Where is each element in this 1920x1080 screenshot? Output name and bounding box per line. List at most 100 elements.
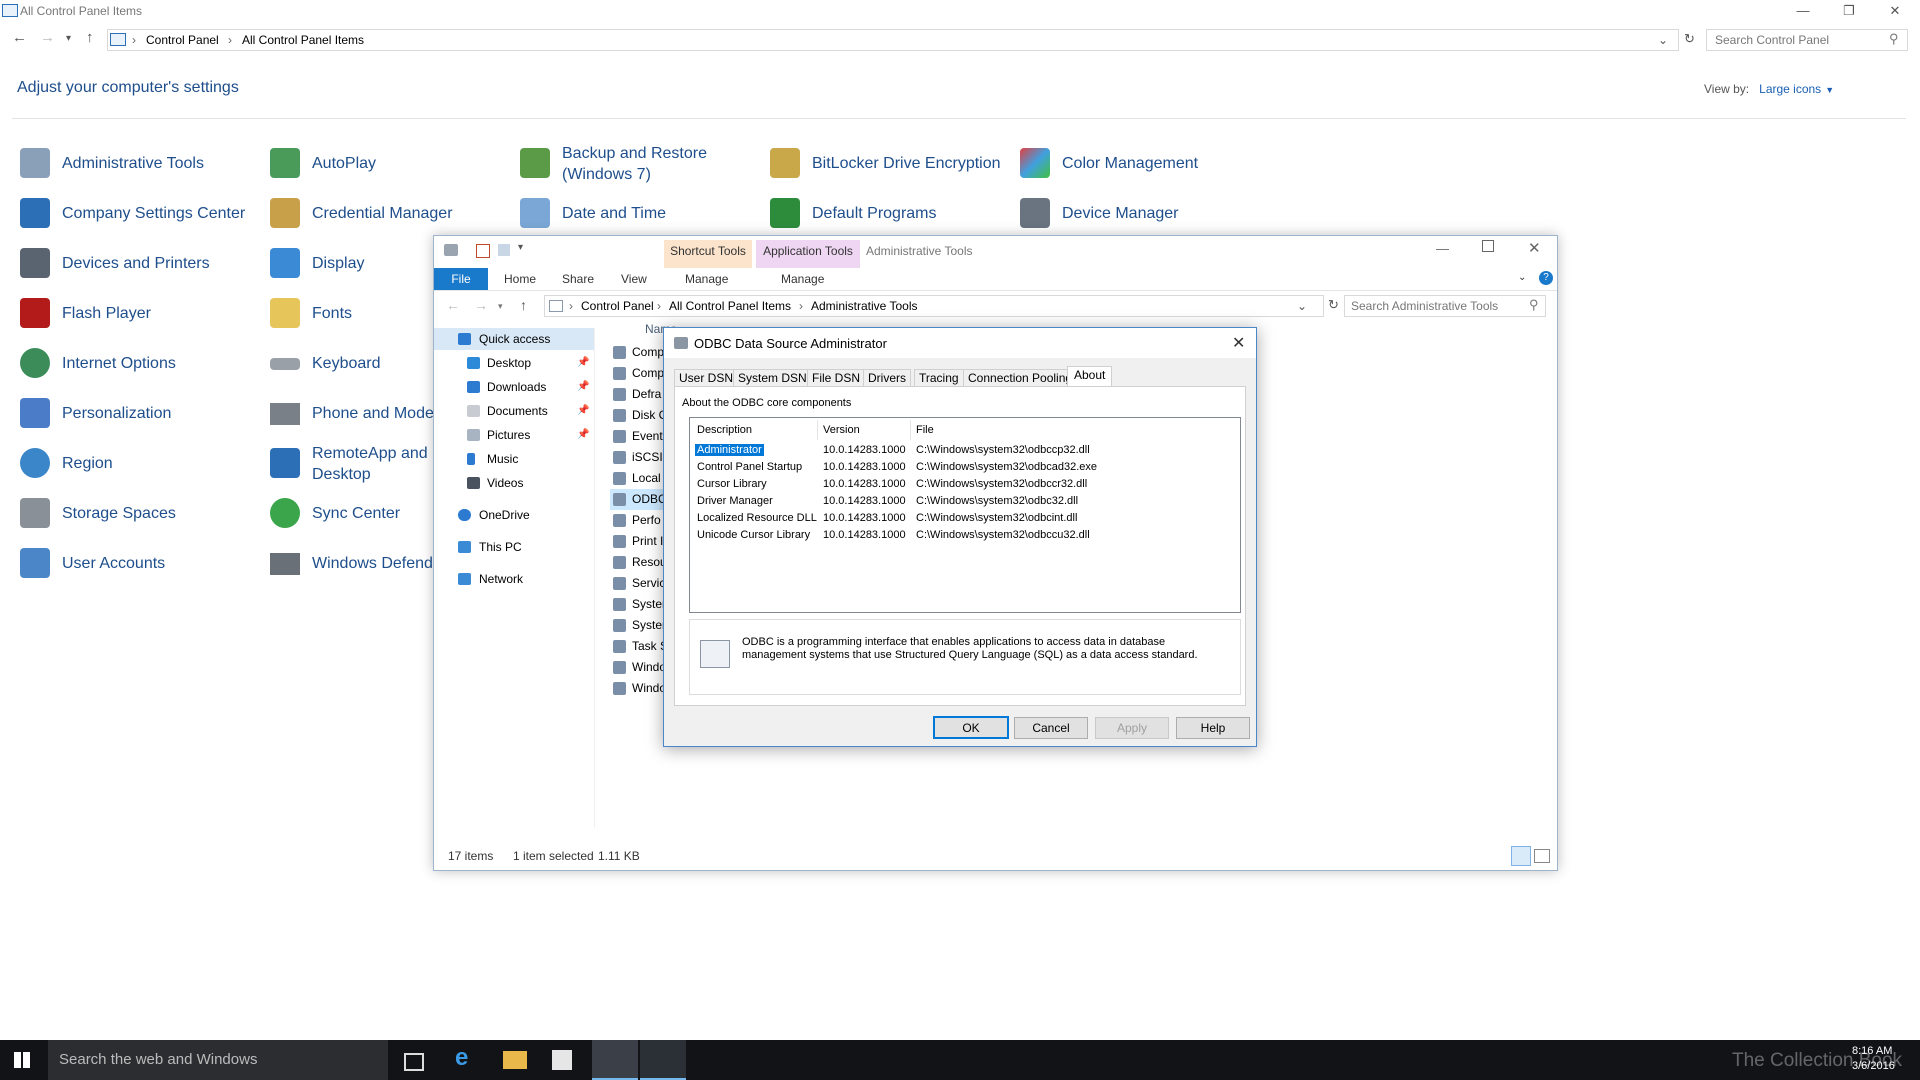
cp-item-remoteapp[interactable]: RemoteApp and Desktop Connections xyxy=(270,443,435,487)
help-icon[interactable]: ? xyxy=(1539,271,1553,285)
breadcrumb-administrative-tools[interactable]: Administrative Tools xyxy=(811,299,918,313)
nav-item-music[interactable]: Music xyxy=(434,448,594,470)
nav-item-pictures[interactable]: Pictures 📌 xyxy=(434,424,594,446)
back-icon[interactable]: ← xyxy=(12,29,27,46)
breadcrumb[interactable]: › Control Panel › All Control Panel Item… xyxy=(544,295,1324,317)
forward-icon[interactable]: → xyxy=(474,297,488,313)
nav-item-documents[interactable]: Documents 📌 xyxy=(434,400,594,422)
list-item[interactable]: Task S xyxy=(610,636,670,657)
list-item-selected[interactable]: ODBC xyxy=(610,489,670,510)
pin-icon[interactable]: 📌 xyxy=(577,424,589,446)
tab-drivers[interactable]: Drivers xyxy=(863,369,911,387)
breadcrumb[interactable]: › Control Panel › All Control Panel Item… xyxy=(107,29,1695,51)
close-button[interactable]: ✕ xyxy=(1872,0,1918,22)
chevron-down-icon[interactable]: ⌄ xyxy=(1297,299,1307,313)
tab-share[interactable]: Share xyxy=(562,272,594,286)
cancel-button[interactable]: Cancel xyxy=(1014,717,1088,739)
list-item[interactable]: Syster xyxy=(610,615,670,636)
tab-about[interactable]: About xyxy=(1067,366,1113,387)
list-item[interactable]: Syster xyxy=(610,594,670,615)
breadcrumb-all-items[interactable]: All Control Panel Items xyxy=(242,33,364,47)
minimize-button[interactable]: — xyxy=(1436,241,1449,256)
up-icon[interactable]: ↑ xyxy=(520,297,527,313)
help-button[interactable]: Help xyxy=(1176,717,1250,739)
nav-item-quick-access[interactable]: Quick access xyxy=(434,328,594,350)
breadcrumb-control-panel[interactable]: Control Panel xyxy=(146,33,219,47)
up-icon[interactable]: ↑ xyxy=(86,29,94,46)
list-item[interactable]: Windo xyxy=(610,657,670,678)
tab-file[interactable]: File xyxy=(434,268,488,290)
breadcrumb-control-panel[interactable]: Control Panel xyxy=(581,299,654,313)
chevron-down-icon[interactable]: ⌄ xyxy=(1658,33,1668,47)
nav-item-this-pc[interactable]: This PC xyxy=(434,536,594,558)
column-separator[interactable] xyxy=(817,420,818,440)
tab-tracing[interactable]: Tracing xyxy=(914,369,964,387)
large-icons-view-icon[interactable] xyxy=(1534,849,1550,863)
column-header-file[interactable]: File xyxy=(916,424,934,436)
windows-start-icon[interactable] xyxy=(14,1052,30,1068)
maximize-button[interactable] xyxy=(1482,240,1494,252)
list-item[interactable]: Resou xyxy=(610,552,670,573)
tab-connection-pooling[interactable]: Connection Pooling xyxy=(963,369,1078,387)
expand-ribbon-icon[interactable]: ⌄ xyxy=(1518,272,1526,283)
search-input[interactable]: Search Administrative Tools ⚲ xyxy=(1344,295,1546,317)
cp-item-phone-modem[interactable]: Phone and Modem xyxy=(270,403,435,425)
nav-item-network[interactable]: Network xyxy=(434,568,594,590)
properties-icon[interactable] xyxy=(476,244,490,258)
pin-icon[interactable]: 📌 xyxy=(577,352,589,374)
close-button[interactable]: ✕ xyxy=(1528,239,1541,257)
tab-user-dsn[interactable]: User DSN xyxy=(674,369,739,387)
apply-button[interactable]: Apply xyxy=(1095,717,1169,739)
column-header-version[interactable]: Version xyxy=(823,424,860,436)
nav-item-desktop[interactable]: Desktop 📌 xyxy=(434,352,594,374)
list-item[interactable]: Windo xyxy=(610,678,670,699)
tab-system-dsn[interactable]: System DSN xyxy=(733,369,812,387)
tab-file-dsn[interactable]: File DSN xyxy=(807,369,866,387)
taskbar-search[interactable]: Search the web and Windows xyxy=(48,1040,388,1080)
list-item[interactable]: Event xyxy=(610,426,670,447)
refresh-icon[interactable]: ↻ xyxy=(1328,297,1339,313)
close-button[interactable]: ✕ xyxy=(1232,333,1245,353)
list-item[interactable]: Servic xyxy=(610,573,670,594)
components-list[interactable]: Description Version File Administrator 1… xyxy=(689,417,1241,613)
details-view-icon[interactable] xyxy=(1511,846,1531,866)
search-input[interactable]: Search Control Panel ⚲ xyxy=(1706,29,1908,51)
pin-icon[interactable]: 📌 xyxy=(577,376,589,398)
list-item[interactable]: Disk C xyxy=(610,405,670,426)
recent-locations-icon[interactable]: ▾ xyxy=(66,33,71,44)
recent-locations-icon[interactable]: ▾ xyxy=(498,301,503,312)
nav-item-videos[interactable]: Videos xyxy=(434,472,594,494)
customize-qat-icon[interactable]: ▾ xyxy=(518,242,523,253)
cp-item-windows-defender[interactable]: Windows Defender xyxy=(270,553,435,575)
taskbar-control-panel[interactable] xyxy=(592,1040,638,1080)
nav-item-onedrive[interactable]: OneDrive xyxy=(434,504,594,526)
list-item[interactable]: Defra xyxy=(610,384,670,405)
task-view-icon[interactable] xyxy=(404,1053,424,1071)
store-icon[interactable] xyxy=(552,1050,572,1070)
tab-manage-shortcut[interactable]: Manage xyxy=(685,272,728,286)
back-icon[interactable]: ← xyxy=(446,297,460,313)
minimize-button[interactable]: — xyxy=(1780,0,1826,22)
view-by-dropdown[interactable]: Large icons xyxy=(1759,82,1821,96)
list-item[interactable]: Print I xyxy=(610,531,670,552)
list-item[interactable]: iSCSI I xyxy=(610,447,670,468)
taskbar-odbc[interactable] xyxy=(640,1040,686,1080)
column-separator[interactable] xyxy=(910,420,911,440)
restore-button[interactable]: ❐ xyxy=(1826,0,1872,22)
tab-manage-application[interactable]: Manage xyxy=(781,272,824,286)
list-item[interactable]: Local xyxy=(610,468,670,489)
system-clock[interactable]: 8:16 AM 3/6/2016 xyxy=(1852,1044,1895,1074)
tab-view[interactable]: View xyxy=(621,272,647,286)
chevron-down-icon[interactable]: ▼ xyxy=(1825,85,1834,95)
refresh-icon[interactable]: ↻ xyxy=(1684,31,1695,47)
new-folder-icon[interactable] xyxy=(498,244,510,256)
pin-icon[interactable]: 📌 xyxy=(577,400,589,422)
column-header-description[interactable]: Description xyxy=(697,424,752,436)
list-item[interactable]: Comp xyxy=(610,363,670,384)
nav-item-downloads[interactable]: Downloads 📌 xyxy=(434,376,594,398)
tab-home[interactable]: Home xyxy=(504,272,536,286)
ok-button[interactable]: OK xyxy=(933,716,1009,739)
list-item[interactable]: Comp xyxy=(610,342,670,363)
file-explorer-icon[interactable] xyxy=(503,1051,527,1069)
list-item[interactable]: Perfo xyxy=(610,510,670,531)
